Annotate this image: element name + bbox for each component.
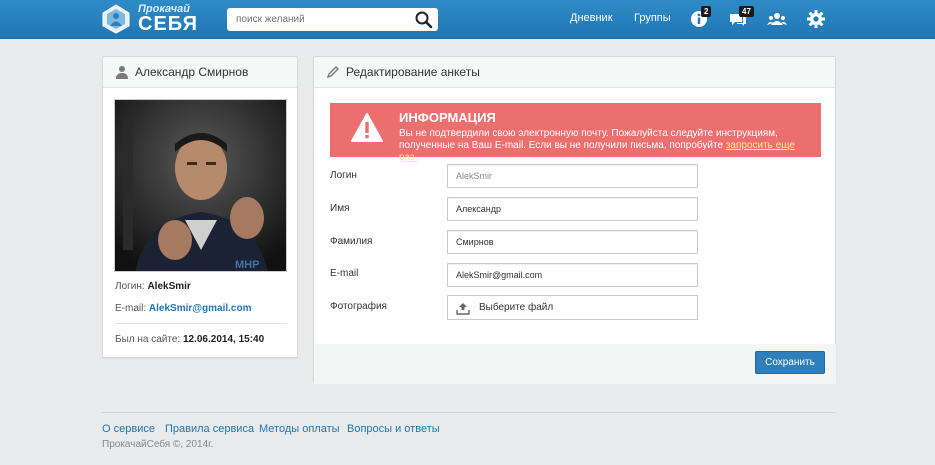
profile-last-seen-value: 12.06.2014, 15:40 [182,334,265,345]
login-label: Логин [330,170,357,181]
search-icon[interactable] [414,10,434,29]
pencil-icon [326,66,339,79]
profile-login-label: Логин: [115,281,145,292]
nav-diary-link[interactable]: Дневник [570,12,613,24]
photo-label: Фотография [330,301,387,312]
profile-login-value: AlekSmir [147,281,191,292]
profile-last-seen-label: Был на сайте: [115,334,181,345]
alert-message-text: Вы не подтвердили свою электронную почту… [399,128,778,151]
last-name-label: Фамилия [330,236,373,247]
nav-groups-link[interactable]: Группы [634,12,671,24]
search-input[interactable] [227,8,407,31]
upload-icon [456,302,470,315]
profile-login-line: Логин: AlekSmir [115,281,191,292]
logo-big-text: СЕБЯ [138,13,199,35]
footer-link-about[interactable]: О сервисе [102,423,155,435]
edit-panel-header: Редактирование анкеты [314,57,835,88]
email-field[interactable] [447,263,698,287]
search-box [227,8,438,31]
footer-divider [102,412,836,413]
profile-name: Александр Смирнов [135,65,249,79]
email-label: E-mail [330,268,359,279]
footer-link-payment[interactable]: Методы оплаты [259,423,340,435]
warning-icon [350,112,384,147]
profile-card-header: Александр Смирнов [103,57,297,88]
last-name-field[interactable] [447,230,698,254]
copyright: ПрокачайСебя ©, 2014г. [102,439,214,450]
alert-title: ИНФОРМАЦИЯ [399,110,496,125]
svg-text:MHP: MHP [235,259,259,271]
profile-email-line: E-mail: AlekSmir@gmail.com [115,303,251,314]
save-button[interactable]: Сохранить [755,351,825,374]
profile-card: Александр Смирнов MHP Логин: AlekSmir E-… [102,56,298,358]
first-name-label: Имя [330,203,350,214]
people-icon[interactable] [767,9,787,29]
profile-photo: MHP [114,99,287,272]
top-navbar: Прокачай СЕБЯ Дневник Группы 2 47 [0,0,935,39]
site-logo[interactable]: Прокачай СЕБЯ [100,3,210,35]
footer-link-rules[interactable]: Правила сервиса [165,423,254,435]
choose-file-button[interactable]: Выберите файл [447,295,698,320]
first-name-field[interactable] [447,197,698,221]
profile-email-link[interactable]: AlekSmir@gmail.com [149,303,252,314]
footer-link-faq[interactable]: Вопросы и ответы [347,423,440,435]
login-field[interactable] [447,164,698,188]
notifications-badge: 2 [701,6,712,17]
user-icon [116,66,128,79]
profile-email-label: E-mail: [115,303,147,314]
info-alert: ИНФОРМАЦИЯ Вы не подтвердили свою электр… [330,103,821,163]
messages-badge: 47 [739,6,754,17]
edit-profile-panel: Редактирование анкеты ИНФОРМАЦИЯ Вы не п… [313,56,836,384]
alert-message: Вы не подтвердили свою электронную почту… [399,128,814,164]
edit-panel-footer: Сохранить [314,344,836,384]
choose-file-label: Выберите файл [479,302,554,313]
logo-mark-icon [100,4,132,34]
profile-last-seen-line: Был на сайте: 12.06.2014, 15:40 [115,334,264,345]
gear-icon[interactable] [806,9,826,29]
profile-divider [115,323,287,324]
edit-panel-title: Редактирование анкеты [346,65,480,79]
